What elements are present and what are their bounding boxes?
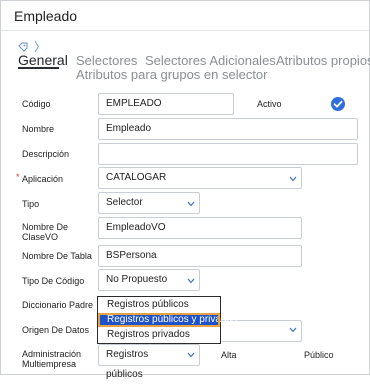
aplicacion-label: Aplicación xyxy=(22,174,64,184)
nombre-clasevo-label-line2: ClaseVO xyxy=(22,232,59,242)
active-tab-indicator xyxy=(18,67,59,69)
nombre-label: Nombre xyxy=(22,124,55,134)
aplicacion-select[interactable]: CATALOGAR xyxy=(98,167,302,189)
chevron-down-icon xyxy=(187,201,195,207)
diccionario-padre-label: Diccionario Padre xyxy=(22,300,94,310)
title-bar: Empleado xyxy=(1,1,369,31)
administracion-select[interactable]: Registros públicos xyxy=(98,344,200,380)
descripcion-input[interactable] xyxy=(98,143,358,165)
origen-datos-label: Origen De Datos xyxy=(22,325,90,335)
dropdown-option[interactable]: Registros públicos xyxy=(98,298,220,312)
tipo-codigo-label: Tipo De Código xyxy=(22,276,85,286)
dropdown-option[interactable]: Registros privados xyxy=(98,328,220,342)
chevron-down-icon xyxy=(187,352,195,358)
nombre-clasevo-input[interactable]: EmpleadoVO xyxy=(98,217,302,239)
tipo-codigo-select[interactable]: No Propuesto xyxy=(98,269,200,291)
chevron-down-icon xyxy=(289,327,297,333)
tab-atributos-propios[interactable]: Atributos propios xyxy=(276,53,370,68)
alta-text: Alta xyxy=(221,350,237,360)
activo-checkbox[interactable] xyxy=(331,97,345,111)
checkmark-icon xyxy=(333,100,343,108)
tipo-label: Tipo xyxy=(22,199,40,209)
codigo-label: Código xyxy=(22,99,51,109)
chevron-down-icon xyxy=(289,176,297,182)
activo-label: Activo xyxy=(257,99,282,109)
tab-selectores-adicionales[interactable]: Selectores Adicionales xyxy=(145,53,276,68)
administracion-label-line2: Multiempresa xyxy=(22,359,77,369)
tag-icon[interactable] xyxy=(18,42,28,52)
tab-general[interactable]: General xyxy=(18,52,68,68)
tipo-select[interactable]: Selector xyxy=(98,192,200,214)
nombre-tabla-input[interactable]: BSPersona xyxy=(98,245,302,267)
window-title: Empleado xyxy=(14,8,78,24)
tab-atributos-grupos-selector[interactable]: Atributos para grupos en selector xyxy=(76,67,268,82)
codigo-input[interactable]: EMPLEADO xyxy=(98,93,234,115)
nombre-tabla-label: Nombre De Tabla xyxy=(22,251,92,261)
descripcion-label: Descripción xyxy=(22,149,70,159)
publico-text: Público xyxy=(304,350,334,360)
nombre-input[interactable]: Empleado xyxy=(98,118,358,140)
dialog-window: Empleado 〉 General Selectores Selectores… xyxy=(0,0,370,380)
chevron-down-icon xyxy=(187,278,195,284)
dropdown-list: Registros públicos Registros públicos y … xyxy=(97,296,237,344)
required-marker: * xyxy=(16,172,20,182)
dropdown-option-highlighted[interactable]: Registros públicos y privados xyxy=(98,313,237,327)
tab-selectores[interactable]: Selectores xyxy=(76,53,137,68)
